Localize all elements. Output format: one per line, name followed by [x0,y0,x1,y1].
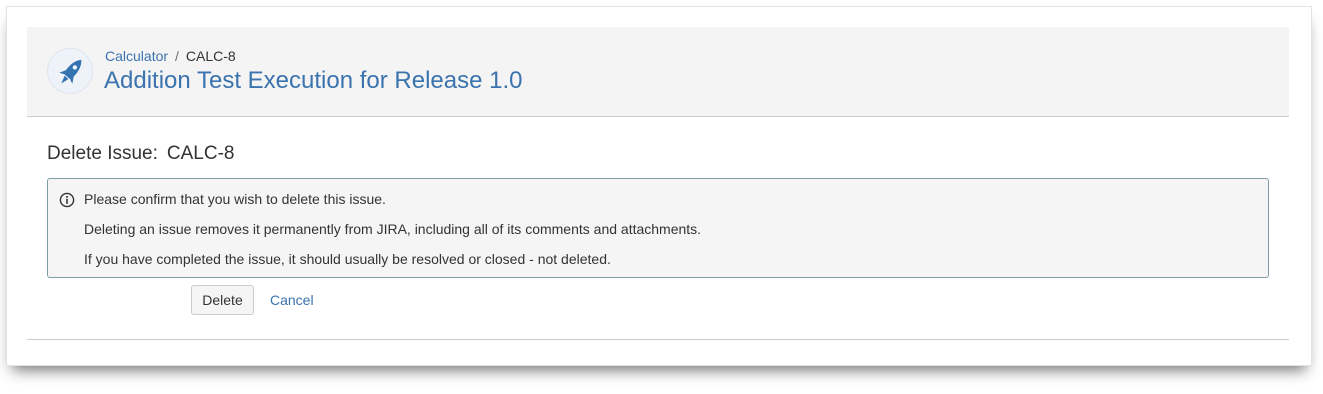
breadcrumb-issue-key[interactable]: CALC-8 [186,48,236,64]
page-title[interactable]: Addition Test Execution for Release 1.0 [104,66,522,96]
issue-header: Calculator / CALC-8 Addition Test Executio… [27,27,1289,117]
cancel-link[interactable]: Cancel [270,292,314,309]
message-line: Deleting an issue removes it permanently… [84,221,702,237]
breadcrumb: Calculator / CALC-8 [105,48,236,65]
info-icon [59,192,75,208]
breadcrumb-project-link[interactable]: Calculator [105,48,168,64]
message-line: Please confirm that you wish to delete t… [84,191,386,207]
divider [27,339,1289,340]
rocket-icon[interactable] [47,48,93,94]
breadcrumb-separator: / [175,48,179,64]
info-message: Please confirm that you wish to delete t… [47,178,1269,278]
delete-button[interactable]: Delete [191,285,254,315]
dialog-heading: Delete Issue: CALC-8 [47,143,234,165]
dialog-heading-label: Delete Issue: [47,143,158,164]
delete-issue-panel: Calculator / CALC-8 Addition Test Executio… [6,6,1312,366]
dialog-heading-issue-key: CALC-8 [166,143,235,164]
message-line: If you have completed the issue, it shou… [84,251,611,267]
